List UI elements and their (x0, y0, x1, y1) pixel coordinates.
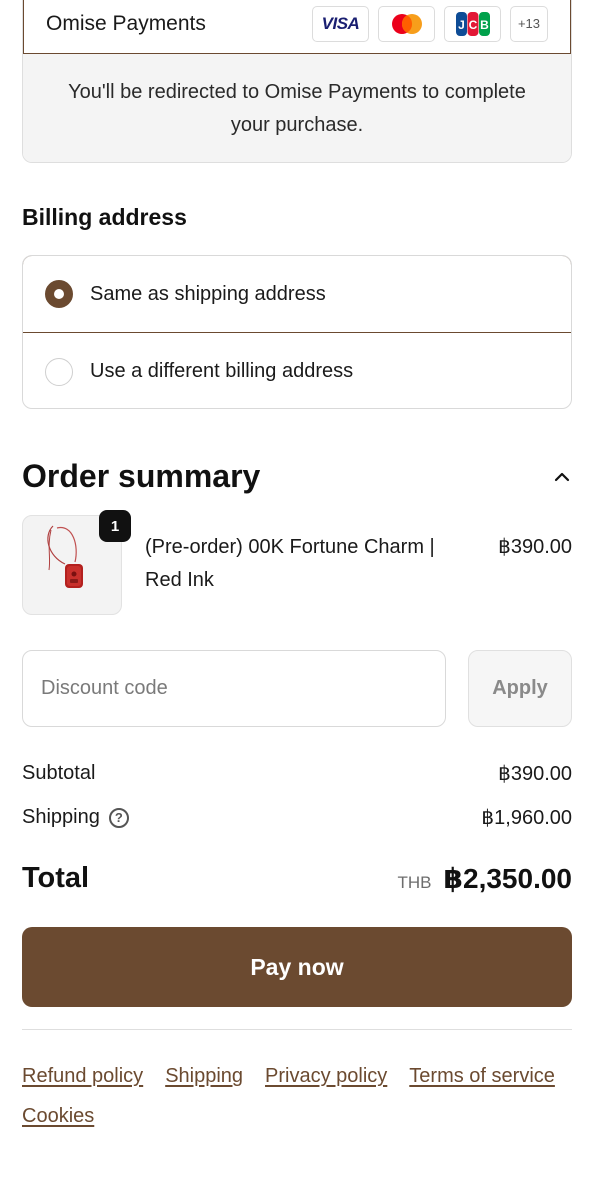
chevron-up-icon[interactable] (552, 467, 572, 487)
shipping-policy-link[interactable]: Shipping (165, 1064, 243, 1088)
payment-provider-name: Omise Payments (46, 11, 206, 35)
svg-text:B: B (480, 18, 489, 32)
currency-code: THB (397, 873, 432, 892)
shipping-value: ฿1,960.00 (481, 807, 572, 829)
discount-code-input[interactable] (22, 650, 446, 727)
help-icon[interactable]: ? (108, 807, 129, 828)
shipping-label-group: Shipping ? (22, 806, 129, 829)
billing-address-options: Same as shipping address Use a different… (22, 255, 572, 409)
apply-discount-button[interactable]: Apply (468, 650, 572, 727)
visa-logo-text: VISA (321, 13, 360, 33)
subtotal-value: ฿390.00 (498, 763, 572, 785)
card-logos: VISA J C B +13 (312, 5, 548, 42)
quantity-badge: 1 (99, 510, 131, 542)
payment-option-omise[interactable]: Omise Payments VISA J C B +13 (23, 0, 571, 54)
more-cards-badge: +13 (510, 5, 548, 42)
visa-logo: VISA (312, 5, 369, 42)
privacy-policy-link[interactable]: Privacy policy (265, 1064, 387, 1088)
shipping-row: Shipping ? ฿1,960.00 (22, 805, 572, 830)
total-row: Total THB ฿2,350.00 (22, 862, 572, 895)
billing-option-same[interactable]: Same as shipping address (23, 256, 571, 333)
jcb-logo: J C B (444, 5, 501, 42)
order-summary-header[interactable]: Order summary (22, 458, 572, 495)
pay-now-button[interactable]: Pay now (22, 927, 572, 1007)
product-price: ฿390.00 (498, 536, 572, 558)
order-line-item: 1 (Pre-order) 00K Fortune Charm | Red In… (22, 510, 572, 615)
svg-text:C: C (468, 18, 477, 32)
shipping-label: Shipping (22, 806, 100, 828)
terms-of-service-link[interactable]: Terms of service (409, 1064, 555, 1088)
cookies-link[interactable]: Cookies (22, 1104, 94, 1128)
footer-links: Refund policy Shipping Privacy policy Te… (22, 1064, 572, 1128)
jcb-icon: J C B (455, 11, 490, 36)
svg-text:J: J (458, 18, 465, 32)
footer-divider (22, 1029, 572, 1030)
radio-unselected-icon[interactable] (45, 357, 73, 386)
total-amount: ฿2,350.00 (443, 863, 572, 894)
total-label: Total (22, 862, 90, 894)
billing-address-title: Billing address (22, 204, 187, 230)
billing-option-label: Use a different billing address (90, 360, 354, 382)
redirect-note: You'll be redirected to Omise Payments t… (23, 54, 571, 162)
refund-policy-link[interactable]: Refund policy (22, 1064, 143, 1088)
product-thumbnail: 1 (22, 510, 131, 615)
subtotal-row: Subtotal ฿390.00 (22, 761, 572, 786)
total-amount-group: THB ฿2,350.00 (398, 862, 572, 895)
billing-option-different[interactable]: Use a different billing address (23, 333, 571, 408)
radio-selected-icon[interactable] (45, 280, 73, 308)
billing-option-label: Same as shipping address (90, 282, 326, 305)
mastercard-icon (391, 13, 422, 34)
order-summary-title: Order summary (22, 458, 261, 494)
product-name: (Pre-order) 00K Fortune Charm | Red Ink (145, 536, 435, 591)
mastercard-logo (378, 5, 435, 42)
payment-method-card: Omise Payments VISA J C B +13 You'll be … (22, 0, 572, 163)
subtotal-label: Subtotal (22, 762, 96, 784)
